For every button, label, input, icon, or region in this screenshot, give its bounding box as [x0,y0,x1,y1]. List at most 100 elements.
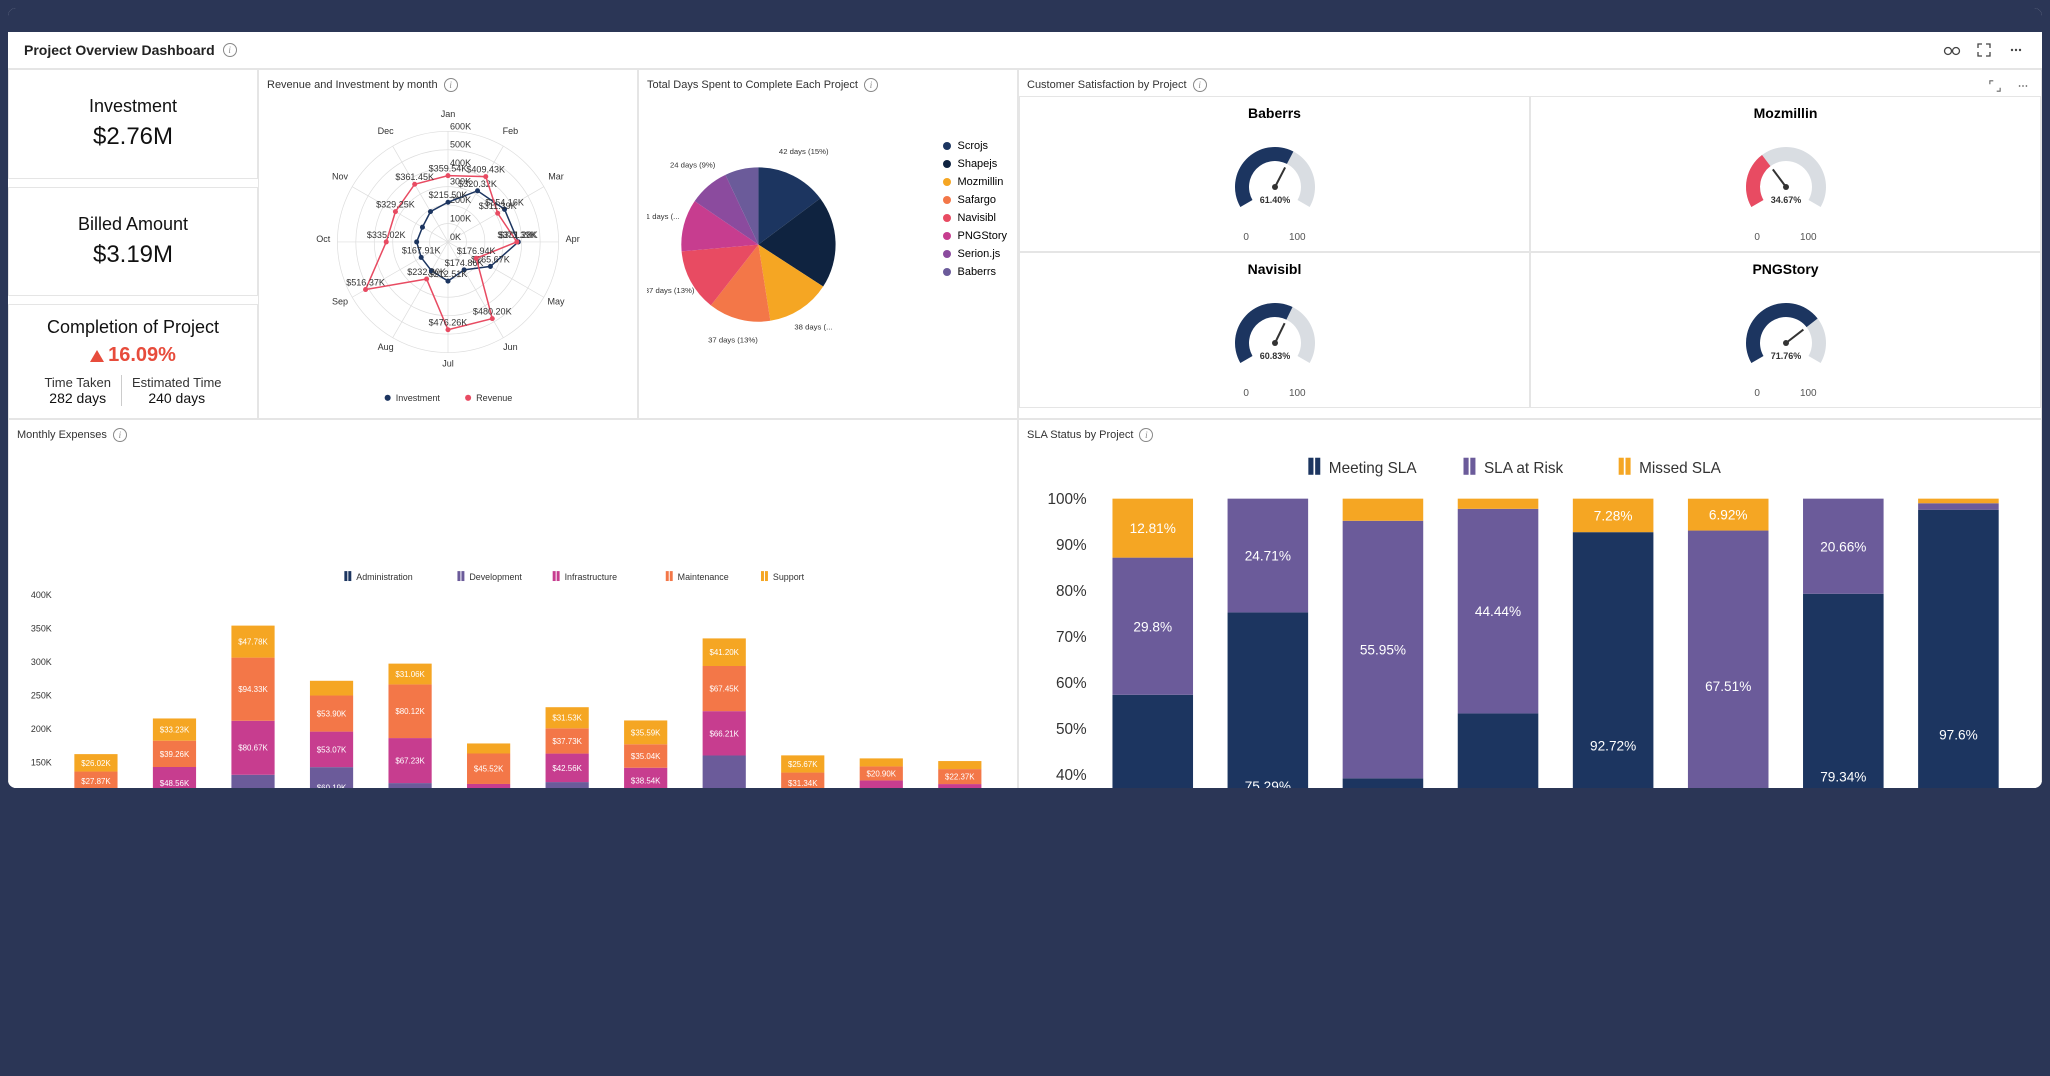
more-icon[interactable] [2006,40,2026,60]
svg-text:20.66%: 20.66% [1820,539,1866,554]
svg-text:$167.91K: $167.91K [402,245,441,255]
svg-text:Investment: Investment [396,393,441,403]
svg-text:7.28%: 7.28% [1594,509,1633,524]
panel-sla: SLA Status by Projecti 0%10%20%30%40%50%… [1018,419,2042,788]
svg-text:$35.59K: $35.59K [631,728,661,737]
panel-expenses: Monthly Expensesi 0K50K100K150K200K250K3… [8,419,1018,788]
svg-text:$31.06K: $31.06K [395,670,425,679]
svg-text:$41.20K: $41.20K [709,648,739,657]
panel-title-text: Customer Satisfaction by Project [1027,79,1187,91]
svg-text:SLA at Risk: SLA at Risk [1484,460,1564,477]
panel-pie: Total Days Spent to Complete Each Projec… [638,69,1018,419]
legend-item[interactable]: Mozmillin [943,176,1007,188]
kpi-completion: Completion of Project 16.09% Time Taken … [8,304,258,419]
legend-item[interactable]: Serion.js [943,248,1007,260]
svg-text:$176.94K: $176.94K [457,246,496,256]
kpi-billed: Billed Amount $3.19M [8,187,258,297]
svg-text:79.34%: 79.34% [1820,770,1866,785]
panel-satisfaction: Customer Satisfaction by Project i Baberr… [1018,69,2042,419]
svg-text:Feb: Feb [503,126,519,136]
gauge-name: Mozmillin [1535,105,2036,121]
expenses-chart: 0K50K100K150K200K250K300K350K400KAdminis… [17,446,1009,788]
info-icon[interactable]: i [1139,428,1153,442]
svg-text:24 days (9%): 24 days (9%) [670,161,716,170]
info-icon[interactable]: i [1193,78,1207,92]
info-icon[interactable]: i [223,43,237,57]
svg-text:$409.43K: $409.43K [466,165,505,175]
svg-text:Apr: Apr [566,234,580,244]
svg-text:$22.37K: $22.37K [945,773,975,782]
panel-title-text: Total Days Spent to Complete Each Projec… [647,79,858,91]
pie-legend: Scrojs Shapejs Mozmillin Safargo Navisibl PNG… [943,140,1007,284]
est-time-label: Estimated Time [132,375,222,390]
svg-text:$53.07K: $53.07K [317,745,347,754]
svg-text:71.76%: 71.76% [1770,351,1801,361]
svg-text:$232.30K: $232.30K [407,267,446,277]
svg-text:$31.34K: $31.34K [788,779,818,788]
legend-item[interactable]: PNGStory [943,230,1007,242]
svg-text:250K: 250K [31,690,52,700]
panel-title-text: Revenue and Investment by month [267,79,438,91]
svg-text:100K: 100K [450,213,471,223]
kpi-value: $2.76M [21,123,245,151]
svg-text:$361.45K: $361.45K [395,172,434,182]
svg-text:44.44%: 44.44% [1475,604,1521,619]
svg-text:Missed SLA: Missed SLA [1639,460,1722,477]
svg-text:$80.12K: $80.12K [395,707,425,716]
svg-text:37 days (13%): 37 days (13%) [647,286,695,295]
svg-text:6.92%: 6.92% [1709,508,1748,523]
gauge-mozmillin: Mozmillin 34.67% 0100 [1530,96,2041,252]
gauge-pngstory: PNGStory 71.76% 0100 [1530,252,2041,408]
info-icon[interactable]: i [444,78,458,92]
sla-chart: 0%10%20%30%40%50%60%70%80%90%100%Meeting… [1027,446,2033,788]
legend-item[interactable]: Navisibl [943,212,1007,224]
info-icon[interactable]: i [113,428,127,442]
svg-text:$480.20K: $480.20K [473,307,512,317]
legend-item[interactable]: Shapejs [943,158,1007,170]
legend-item[interactable]: Baberrs [943,266,1007,278]
svg-text:60.83%: 60.83% [1259,351,1290,361]
gauge-chart: 34.67% [1716,125,1856,225]
svg-text:Support: Support [773,572,805,582]
svg-text:$67.23K: $67.23K [395,757,425,766]
dashboard-frame: Project Overview Dashboard i Investment … [8,8,2042,788]
svg-text:$80.67K: $80.67K [238,744,268,753]
radar-chart: JanFebMarAprMayJunJulAugSepOctNovDec0K10… [267,96,629,408]
gauge-name: Navisibl [1024,261,1525,277]
kpi-column: Investment $2.76M Billed Amount $3.19M C… [8,69,258,419]
svg-text:$25.67K: $25.67K [788,760,818,769]
legend-item[interactable]: Scrojs [943,140,1007,152]
svg-text:37 days (13%): 37 days (13%) [708,335,758,344]
svg-text:600K: 600K [450,121,471,131]
svg-text:$311.39K: $311.39K [479,201,517,211]
more-icon[interactable] [2013,76,2033,96]
svg-text:$516.37K: $516.37K [346,278,385,288]
expand-icon[interactable] [1985,76,2005,96]
svg-text:$94.33K: $94.33K [238,685,268,694]
svg-text:$33.23K: $33.23K [160,726,190,735]
svg-text:$359.54K: $359.54K [429,164,468,174]
svg-text:$335.02K: $335.02K [367,230,406,240]
svg-text:24.71%: 24.71% [1245,549,1291,564]
info-icon[interactable]: i [864,78,878,92]
svg-text:$35.04K: $35.04K [631,752,661,761]
glasses-icon[interactable] [1942,40,1962,60]
legend-item[interactable]: Safargo [943,194,1007,206]
svg-text:Mar: Mar [548,172,564,182]
svg-text:$476.26K: $476.26K [429,318,468,328]
kpi-value: $3.19M [21,241,245,269]
completion-delta: 16.09% [21,344,245,367]
svg-text:Dec: Dec [378,126,395,136]
dashboard-header: Project Overview Dashboard i [8,32,2042,69]
svg-text:$215.50K: $215.50K [429,190,468,200]
page-title: Project Overview Dashboard [24,42,215,58]
gauge-chart: 71.76% [1716,281,1856,381]
svg-text:90%: 90% [1056,537,1087,554]
svg-text:Jun: Jun [503,342,518,352]
svg-text:$48.56K: $48.56K [160,779,190,788]
kpi-label: Investment [21,96,245,117]
svg-text:12.81%: 12.81% [1130,521,1176,536]
gauge-name: PNGStory [1535,261,2036,277]
expand-icon[interactable] [1974,40,1994,60]
gauge-name: Baberrs [1024,105,1525,121]
